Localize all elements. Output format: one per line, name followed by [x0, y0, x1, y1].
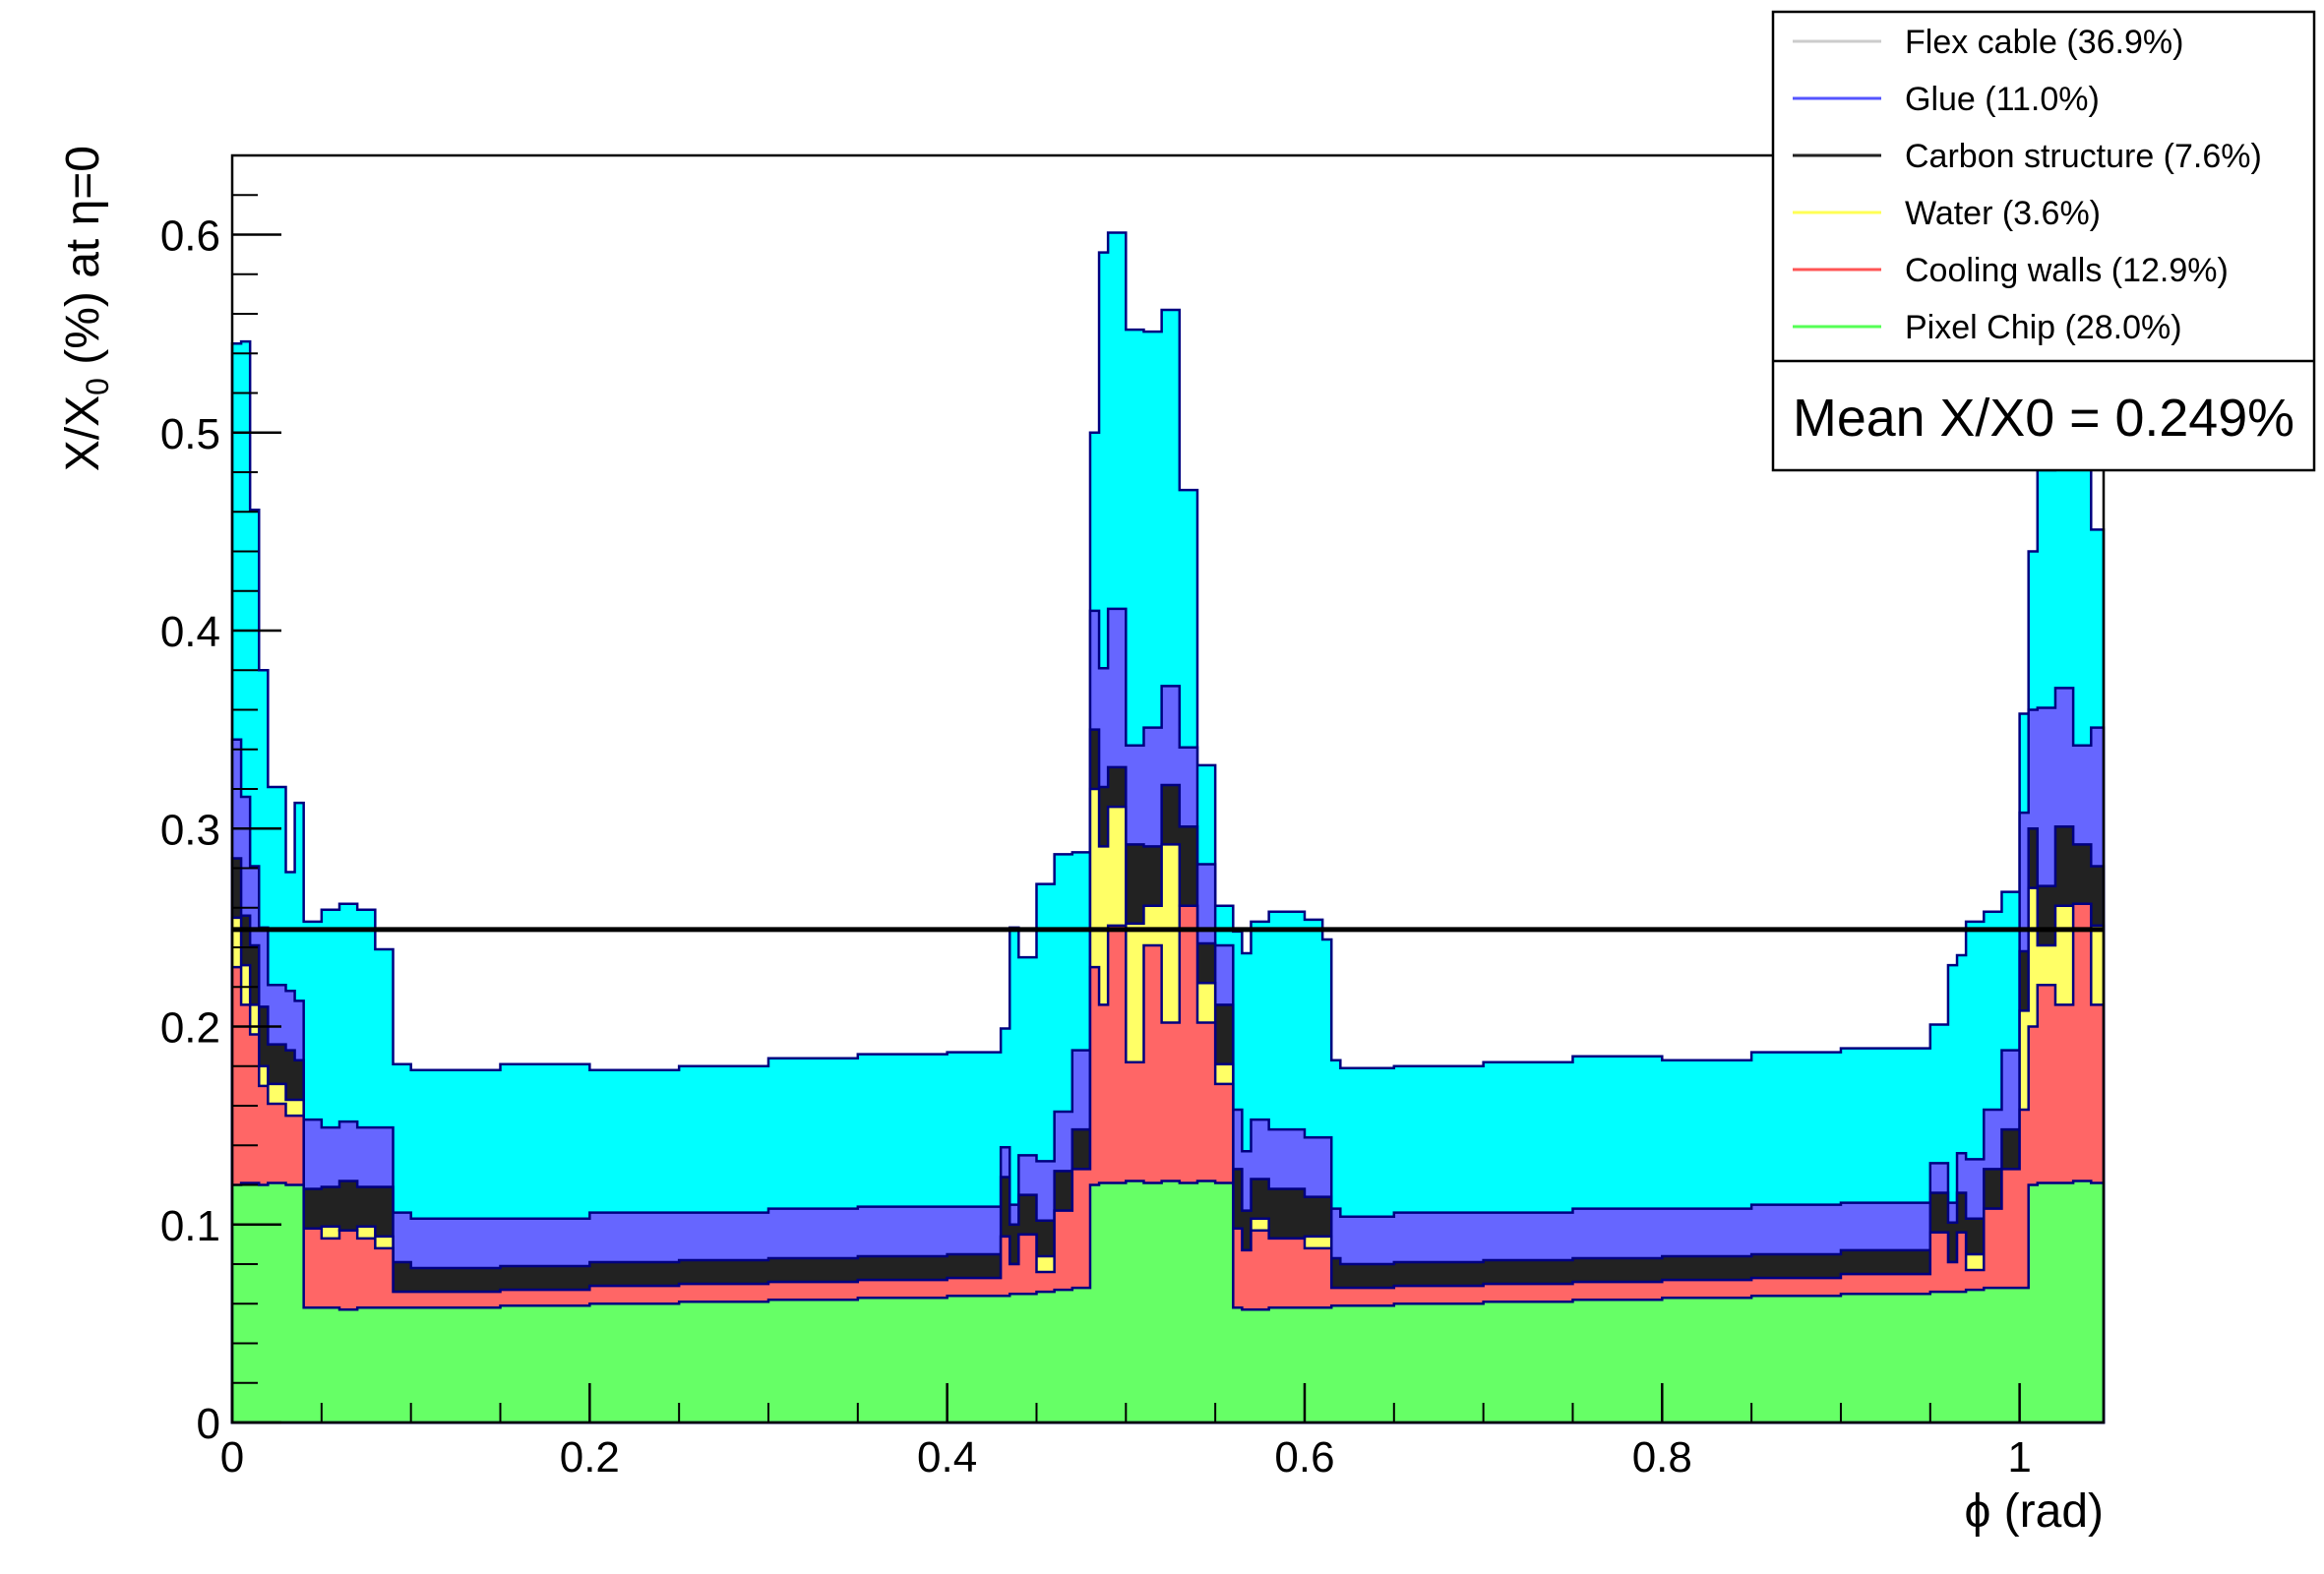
y-tick-label: 0.4 — [160, 608, 220, 656]
x-tick-label: 0.8 — [1632, 1433, 1692, 1482]
y-axis-label-tail: (%) at η=0 — [57, 146, 109, 378]
mean-value-label: Mean X/X0 = 0.249% — [1793, 389, 2294, 448]
y-axis-label-sub: 0 — [80, 378, 115, 395]
y-tick-label: 0.1 — [160, 1202, 220, 1250]
x-tick-label: 0.2 — [560, 1433, 620, 1482]
y-tick-label: 0.5 — [160, 410, 220, 458]
x-tick-label: 0 — [220, 1433, 244, 1482]
legend-label: Cooling walls (12.9%) — [1905, 252, 2229, 289]
legend-label: Glue (11.0%) — [1905, 81, 2100, 118]
x-tick-label: 0.6 — [1274, 1433, 1334, 1482]
legend: Flex cable (36.9%) Glue (11.0%) Carbon str… — [1771, 10, 2316, 472]
legend-label: Water (3.6%) — [1905, 195, 2101, 232]
y-tick-label: 0 — [197, 1400, 220, 1448]
y-tick-label: 0.6 — [160, 212, 220, 261]
y-tick-label: 0.2 — [160, 1004, 220, 1053]
y-tick-label: 0.3 — [160, 806, 220, 854]
y-axis-label-main: X/X — [57, 395, 109, 471]
y-axis-label: X/X0 (%) at η=0 — [57, 146, 115, 471]
legend-label: Pixel Chip (28.0%) — [1905, 309, 2182, 346]
legend-label: Carbon structure (7.6%) — [1905, 138, 2262, 175]
x-tick-label: 1 — [2007, 1433, 2031, 1482]
material-budget-chart: 0 0.1 0.2 0.3 0.4 0.5 0.6 0 0.2 0.4 0.6 0.8 1 ϕ (rad… — [0, 0, 2324, 1574]
legend-label: Flex cable (36.9%) — [1905, 24, 2183, 61]
x-tick-label: 0.4 — [917, 1433, 977, 1482]
x-axis-label: ϕ (rad) — [1964, 1485, 2104, 1538]
